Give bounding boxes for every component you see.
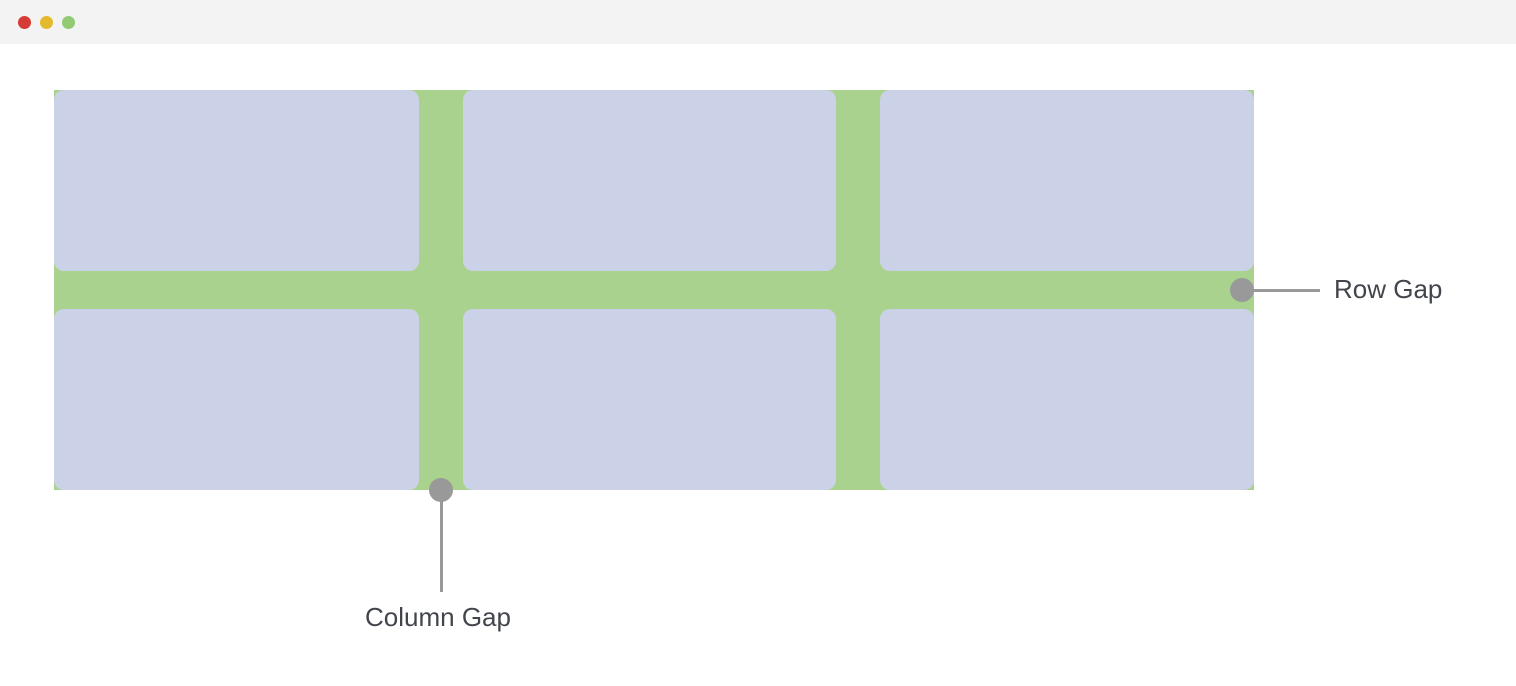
minimize-icon[interactable] <box>40 16 53 29</box>
close-icon[interactable] <box>18 16 31 29</box>
grid-cell <box>880 309 1254 490</box>
zoom-icon[interactable] <box>62 16 75 29</box>
grid-cell <box>54 90 419 271</box>
grid-gap-diagram: Row Gap Column Gap <box>54 90 1254 490</box>
grid-cell <box>463 90 836 271</box>
grid-cell <box>54 309 419 490</box>
column-gap-label: Column Gap <box>365 602 511 633</box>
row-gap-label: Row Gap <box>1334 274 1442 305</box>
annotation-dot-row-gap <box>1230 278 1254 302</box>
grid-cell <box>463 309 836 490</box>
annotation-connector <box>440 490 443 592</box>
annotation-dot-column-gap <box>429 478 453 502</box>
grid-cell <box>880 90 1254 271</box>
window-titlebar <box>0 0 1516 44</box>
